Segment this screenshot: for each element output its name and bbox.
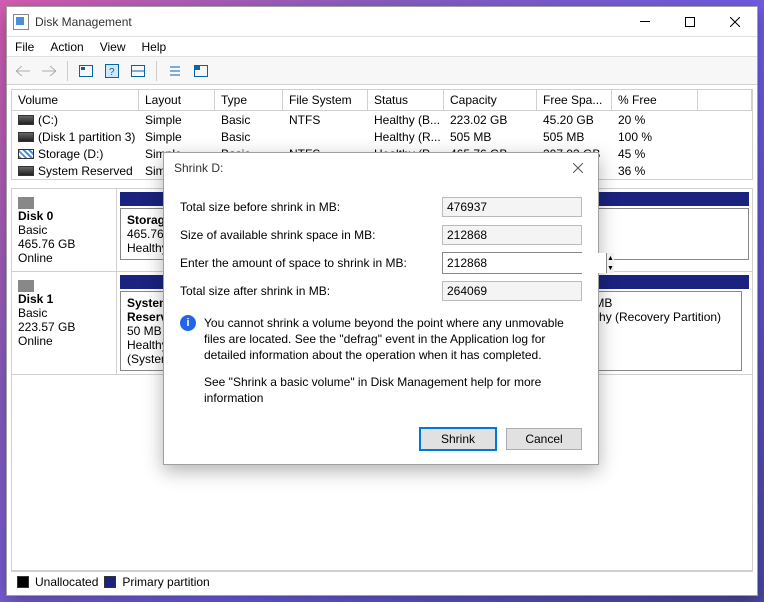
app-icon [13, 14, 29, 30]
column-header[interactable]: Type [215, 90, 283, 110]
dialog-value: 476937 [442, 197, 582, 217]
dialog-label: Enter the amount of space to shrink in M… [180, 256, 442, 270]
menu-view[interactable]: View [100, 40, 126, 54]
legend: Unallocated Primary partition [11, 571, 753, 591]
info-icon: i [180, 315, 196, 331]
back-button[interactable] [11, 60, 35, 82]
menu-help[interactable]: Help [142, 40, 167, 54]
volume-table-header: VolumeLayoutTypeFile SystemStatusCapacit… [11, 89, 753, 111]
help-text: See "Shrink a basic volume" in Disk Mana… [204, 374, 582, 406]
dialog-close-button[interactable] [558, 153, 598, 183]
dialog-label: Total size before shrink in MB: [180, 200, 442, 214]
dialog-value: 212868 [442, 225, 582, 245]
dialog-label: Size of available shrink space in MB: [180, 228, 442, 242]
separator [67, 61, 68, 81]
shrink-amount-spinner[interactable]: ▲▼ [442, 252, 582, 274]
close-button[interactable] [712, 7, 757, 37]
spinner-down[interactable]: ▼ [607, 263, 614, 273]
shrink-button[interactable]: Shrink [420, 428, 496, 450]
disk-icon [18, 115, 34, 125]
toolbar-icon-4[interactable] [189, 60, 213, 82]
info-text: You cannot shrink a volume beyond the po… [204, 315, 582, 364]
svg-text:?: ? [109, 67, 115, 78]
cancel-button[interactable]: Cancel [506, 428, 582, 450]
swatch-unallocated [17, 576, 29, 588]
shrink-amount-input[interactable] [443, 253, 606, 273]
column-header[interactable]: Free Spa... [537, 90, 612, 110]
column-header[interactable]: Capacity [444, 90, 537, 110]
dialog-value: 264069 [442, 281, 582, 301]
disk-icon [18, 132, 34, 142]
column-header[interactable]: File System [283, 90, 368, 110]
legend-unallocated: Unallocated [35, 575, 98, 589]
legend-primary: Primary partition [122, 575, 209, 589]
volume-row[interactable]: (Disk 1 partition 3)SimpleBasicHealthy (… [12, 128, 752, 145]
column-header[interactable]: % Free [612, 90, 698, 110]
toolbar: ? [7, 57, 757, 85]
toolbar-icon-1[interactable] [74, 60, 98, 82]
window-title: Disk Management [35, 15, 622, 29]
help-icon[interactable]: ? [100, 60, 124, 82]
toolbar-icon-3[interactable] [163, 60, 187, 82]
maximize-button[interactable] [667, 7, 712, 37]
dialog-label: Total size after shrink in MB: [180, 284, 442, 298]
disk-icon [18, 149, 34, 159]
menu-action[interactable]: Action [50, 40, 83, 54]
swatch-primary [104, 576, 116, 588]
dialog-body: Total size before shrink in MB:476937Siz… [164, 183, 598, 420]
shrink-dialog: Shrink D: Total size before shrink in MB… [163, 152, 599, 465]
dialog-title: Shrink D: [174, 161, 558, 175]
titlebar: Disk Management [7, 7, 757, 37]
column-header[interactable]: Layout [139, 90, 215, 110]
spinner-up[interactable]: ▲ [607, 253, 614, 263]
minimize-button[interactable] [622, 7, 667, 37]
dialog-titlebar: Shrink D: [164, 153, 598, 183]
menubar: File Action View Help [7, 37, 757, 57]
separator [156, 61, 157, 81]
volume-row[interactable]: (C:)SimpleBasicNTFSHealthy (B...223.02 G… [12, 111, 752, 128]
toolbar-icon-2[interactable] [126, 60, 150, 82]
dialog-buttons: Shrink Cancel [164, 420, 598, 464]
column-header[interactable]: Status [368, 90, 444, 110]
disk-icon [18, 166, 34, 176]
forward-button[interactable] [37, 60, 61, 82]
menu-file[interactable]: File [15, 40, 34, 54]
column-header[interactable]: Volume [12, 90, 139, 110]
